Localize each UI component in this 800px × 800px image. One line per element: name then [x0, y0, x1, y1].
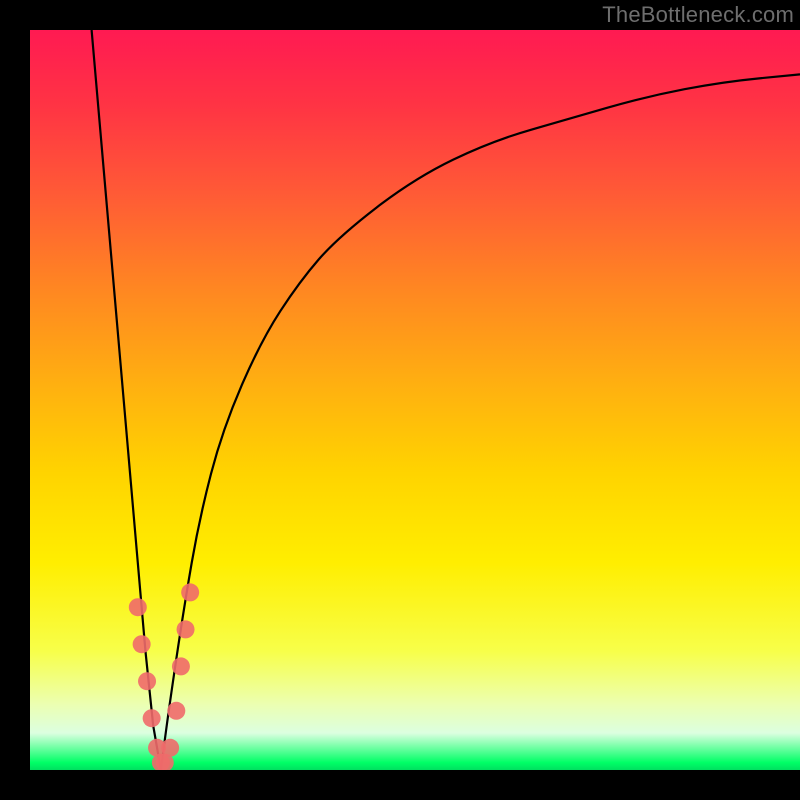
data-marker	[161, 739, 179, 757]
right-branch-curve	[161, 74, 800, 770]
data-marker	[172, 657, 190, 675]
data-marker	[181, 583, 199, 601]
left-branch-curve	[92, 30, 161, 770]
plot-area	[30, 30, 800, 770]
data-marker	[177, 620, 195, 638]
watermark-text: TheBottleneck.com	[602, 2, 794, 28]
data-marker	[138, 672, 156, 690]
data-marker	[143, 709, 161, 727]
curve-layer	[30, 30, 800, 770]
data-marker	[129, 598, 147, 616]
chart-frame: TheBottleneck.com	[0, 0, 800, 800]
data-marker	[133, 635, 151, 653]
data-marker	[167, 702, 185, 720]
